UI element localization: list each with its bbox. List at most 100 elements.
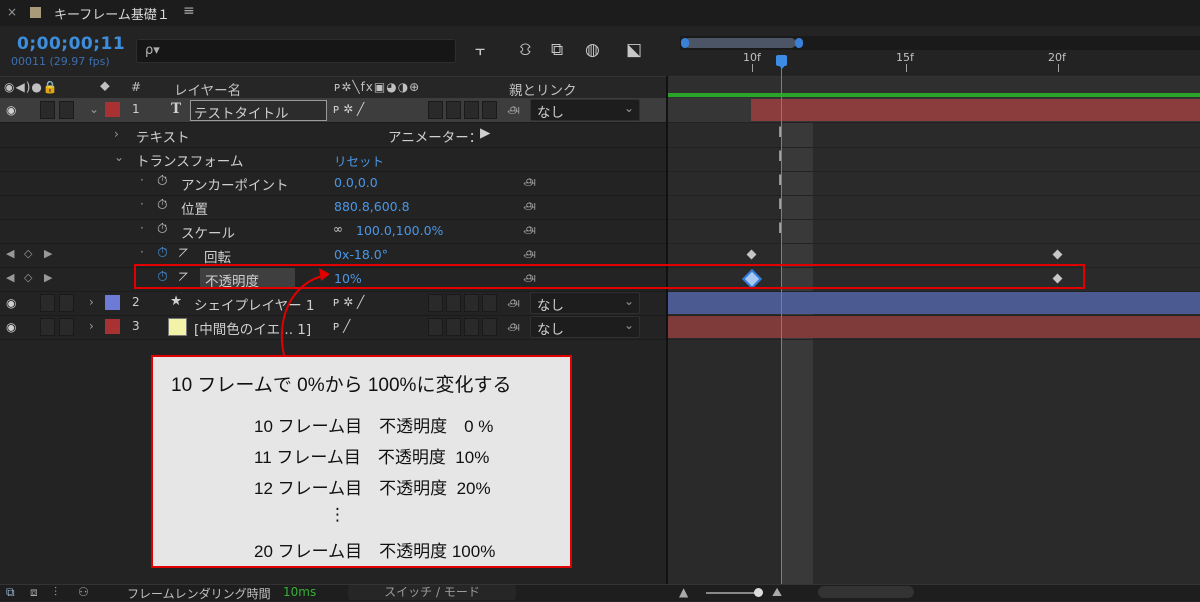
current-time-display[interactable]: 0;00;00;11 xyxy=(17,34,125,54)
switch-cell[interactable] xyxy=(482,294,497,312)
next-keyframe-icon[interactable]: ▶ xyxy=(44,247,52,260)
reset-link[interactable]: リセット xyxy=(334,151,384,170)
zoom-slider-knob[interactable] xyxy=(754,588,763,597)
panel-menu-icon[interactable]: ≡ xyxy=(183,3,195,19)
switch-cell[interactable] xyxy=(428,318,443,336)
tab-close-icon[interactable]: × xyxy=(7,5,17,19)
prev-keyframe-icon[interactable]: ◀ xyxy=(6,271,14,284)
stopwatch-active-icon[interactable]: ⏱ xyxy=(157,245,168,261)
expand-chevron-icon[interactable]: › xyxy=(89,295,94,309)
lock-switch[interactable] xyxy=(59,318,74,336)
draft-3d-icon[interactable]: ⛻ xyxy=(519,40,532,62)
toggle-transfer-icon[interactable]: ⧈ xyxy=(30,585,38,600)
layer-label-color[interactable] xyxy=(105,295,120,310)
parent-dropdown[interactable]: なし ⌄ xyxy=(530,292,640,314)
switch-cell[interactable] xyxy=(464,318,479,336)
add-keyframe-icon[interactable]: ◇ xyxy=(24,271,32,284)
animator-play-icon[interactable]: ▶ xyxy=(480,125,490,141)
parent-link-header[interactable]: 親とリンク xyxy=(509,79,577,99)
layer-switches[interactable]: ᴘ ✲ ╱ xyxy=(333,102,364,116)
composition-tab-title[interactable]: キーフレーム基礎１ xyxy=(54,4,170,23)
layer-2-duration-bar[interactable] xyxy=(668,292,1200,314)
lock-switch[interactable] xyxy=(59,101,74,119)
stopwatch-icon[interactable]: ⏱ xyxy=(157,197,168,213)
expression-pickwhip-icon[interactable]: ௮ xyxy=(523,222,536,238)
scale-value[interactable]: 100.0,100.0% xyxy=(356,223,443,238)
prev-keyframe-icon[interactable]: ◀ xyxy=(6,247,14,260)
zoom-out-icon[interactable]: ▲ xyxy=(679,585,688,599)
graph-editor-icon[interactable]: ⬕ xyxy=(626,40,642,60)
switch-column-icons[interactable]: ᴘ✲╲fx▣◕◑⊕ xyxy=(334,80,420,94)
text-group-row[interactable]: › テキスト アニメーター： ▶ xyxy=(0,123,666,148)
timeline-row-layer-2[interactable] xyxy=(668,291,1200,316)
parent-dropdown[interactable]: なし ⌄ xyxy=(530,99,640,121)
solo-switch[interactable] xyxy=(40,318,55,336)
layer-search-input[interactable]: ρ▾ xyxy=(136,39,456,63)
horizontal-scrollbar[interactable] xyxy=(818,586,914,598)
parent-pickwhip-icon[interactable]: ௮ xyxy=(507,319,520,335)
layer-1-duration-bar[interactable] xyxy=(751,99,1200,121)
layer-name-field[interactable]: テストタイトル xyxy=(190,100,327,122)
next-keyframe-icon[interactable]: ▶ xyxy=(44,271,52,284)
work-area-bar[interactable] xyxy=(668,93,1200,97)
time-navigator-range[interactable] xyxy=(684,38,796,48)
expand-chevron-icon[interactable]: ⌄ xyxy=(114,150,124,164)
graph-icon[interactable]: ⦢ xyxy=(179,246,188,261)
render-time-icon[interactable]: ⚇ xyxy=(78,585,89,599)
expand-chevron-icon[interactable]: › xyxy=(114,127,119,141)
add-keyframe-icon[interactable]: ◇ xyxy=(24,247,32,260)
av-switch-icons[interactable]: ◉◀)●🔒 xyxy=(4,80,59,94)
stopwatch-icon[interactable]: ⏱ xyxy=(157,173,168,189)
motion-blur-icon[interactable]: ◍ xyxy=(585,40,600,60)
switch-cell[interactable] xyxy=(446,294,461,312)
rotation-value[interactable]: 0x-18.0° xyxy=(334,247,388,262)
stopwatch-icon[interactable]: ⏱ xyxy=(157,221,168,237)
expression-pickwhip-icon[interactable]: ௮ xyxy=(523,198,536,214)
toggle-in-out-icon[interactable]: ⫶ xyxy=(54,585,57,600)
expression-pickwhip-icon[interactable]: ௮ xyxy=(523,246,536,262)
switch-cell[interactable] xyxy=(446,318,461,336)
parent-pickwhip-icon[interactable]: ௮ xyxy=(507,295,520,311)
solo-switch[interactable] xyxy=(40,294,55,312)
switch-cell[interactable] xyxy=(446,101,461,119)
scale-row[interactable]: · ⏱ スケール ∞ 100.0,100.0% ௮ xyxy=(0,219,666,244)
current-time-indicator-line[interactable] xyxy=(781,60,782,584)
switch-cell[interactable] xyxy=(428,101,443,119)
constrain-proportions-icon[interactable]: ∞ xyxy=(333,222,343,236)
toggle-switches-icon[interactable]: ⧉ xyxy=(6,585,15,600)
layer-row-1[interactable]: ◉ ⌄ 1 T テストタイトル ᴘ ✲ ╱ ௮ なし ⌄ xyxy=(0,98,666,123)
visibility-eye-icon[interactable]: ◉ xyxy=(6,320,16,334)
navigator-start-handle[interactable] xyxy=(681,38,689,48)
comp-mini-flowchart-icon[interactable]: ⫟ xyxy=(475,40,485,60)
anchor-point-row[interactable]: · ⏱ アンカーポイント 0.0,0.0 ௮ xyxy=(0,171,666,196)
parent-dropdown[interactable]: なし ⌄ xyxy=(530,316,640,338)
position-value[interactable]: 880.8,600.8 xyxy=(334,199,410,214)
switch-cell[interactable] xyxy=(482,318,497,336)
layer-label-color[interactable] xyxy=(105,319,120,334)
position-row[interactable]: · ⏱ 位置 880.8,600.8 ௮ xyxy=(0,195,666,220)
switch-mode-toggle[interactable]: スイッチ / モード xyxy=(348,585,516,600)
visibility-eye-icon[interactable]: ◉ xyxy=(6,103,16,117)
rotation-keyframe[interactable] xyxy=(746,249,757,260)
layer-3-duration-bar[interactable] xyxy=(668,316,1200,338)
anchor-point-value[interactable]: 0.0,0.0 xyxy=(334,175,378,190)
lock-switch[interactable] xyxy=(59,294,74,312)
zoom-in-icon[interactable]: ⛰ xyxy=(772,585,782,600)
expand-chevron-icon[interactable]: › xyxy=(89,319,94,333)
visibility-eye-icon[interactable]: ◉ xyxy=(6,296,16,310)
transform-group-row[interactable]: ⌄ トランスフォーム リセット xyxy=(0,147,666,172)
expand-chevron-icon[interactable]: ⌄ xyxy=(89,102,99,116)
label-tag-icon[interactable]: ⬥ xyxy=(100,78,110,94)
switch-cell[interactable] xyxy=(464,294,479,312)
navigator-end-handle[interactable] xyxy=(795,38,803,48)
layer-label-color[interactable] xyxy=(105,102,120,117)
rotation-keyframe[interactable] xyxy=(1052,249,1063,260)
frame-blending-icon[interactable]: ⧉ xyxy=(551,40,563,60)
timeline-row-layer-3[interactable] xyxy=(668,315,1200,340)
parent-pickwhip-icon[interactable]: ௮ xyxy=(507,102,520,118)
expression-pickwhip-icon[interactable]: ௮ xyxy=(523,174,536,190)
switch-cell[interactable] xyxy=(482,101,497,119)
switch-cell[interactable] xyxy=(464,101,479,119)
switch-cell[interactable] xyxy=(428,294,443,312)
solo-switch[interactable] xyxy=(40,101,55,119)
